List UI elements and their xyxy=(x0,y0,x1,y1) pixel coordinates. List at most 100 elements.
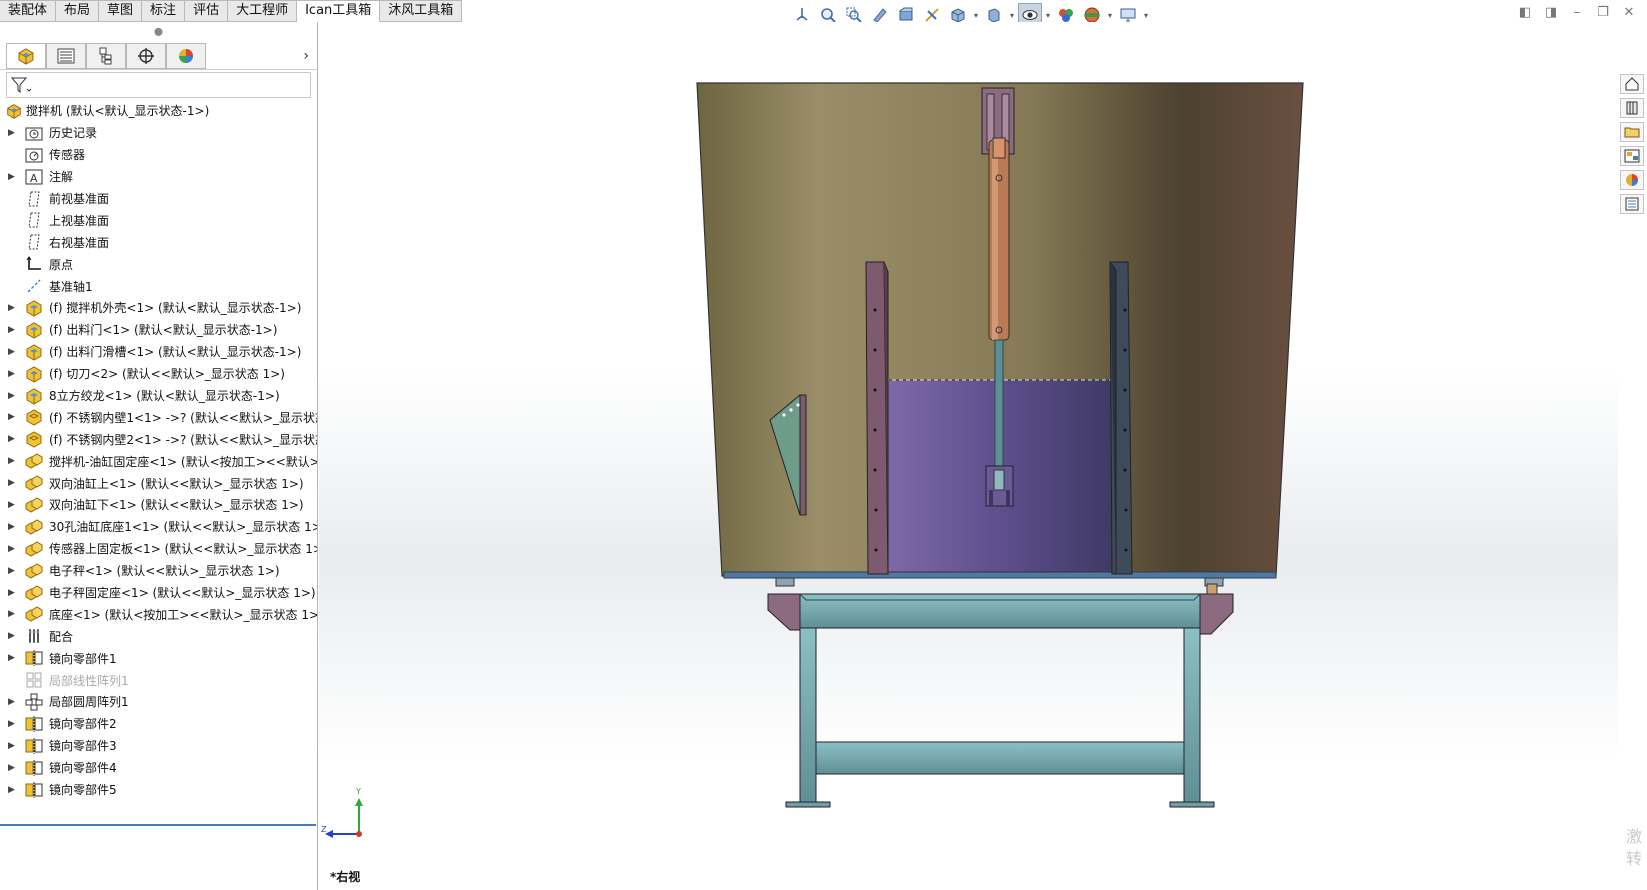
tree-item[interactable]: ▶ 30孔油缸底座1<1> (默认<<默认>_显示状态 1>) xyxy=(0,516,317,538)
tree-item[interactable]: 基准轴1 xyxy=(0,275,316,297)
configuration-manager-tab[interactable] xyxy=(86,42,126,69)
tree-item[interactable]: ▶ (f) 切刀<2> (默认<<默认>_显示状态 1>) xyxy=(0,363,316,385)
expand-arrow-icon[interactable]: ▶ xyxy=(8,412,18,422)
tile-right-icon[interactable]: ◨ xyxy=(1541,4,1561,22)
filter-icon[interactable] xyxy=(10,76,32,94)
window-controls: ◧ ◨ – ❐ ✕ xyxy=(1515,4,1639,22)
tree-filter[interactable] xyxy=(6,72,311,98)
rollback-bar[interactable] xyxy=(0,824,316,826)
expand-arrow-icon[interactable]: ▶ xyxy=(8,697,18,707)
expand-arrow-icon[interactable]: ▶ xyxy=(8,303,18,313)
tree-item[interactable]: ▶ 镜向零部件1 xyxy=(0,647,316,669)
tree-item[interactable]: ▶ A 注解 xyxy=(0,166,316,188)
tree-item[interactable]: ▶ 8立方绞龙<1> (默认<默认_显示状态-1>) xyxy=(0,385,316,407)
appearances-icon[interactable] xyxy=(1620,170,1644,190)
tree-item[interactable]: ▶ (f) 出料门<1> (默认<默认_显示状态-1>) xyxy=(0,319,316,341)
design-library-icon[interactable] xyxy=(1620,98,1644,118)
expand-arrow-icon[interactable]: ▶ xyxy=(8,434,18,444)
tree-item[interactable]: 传感器 xyxy=(0,144,316,166)
chevron-down-icon[interactable]: ▾ xyxy=(1142,11,1150,20)
cylinder-rod xyxy=(994,339,1004,471)
tree-item[interactable]: ▶ 电子秤<1> (默认<<默认>_显示状态 1>) xyxy=(0,560,316,582)
expand-arrow-icon[interactable]: ▶ xyxy=(8,566,18,576)
expand-arrow-icon[interactable]: ▶ xyxy=(8,325,18,335)
task-pane-tabs xyxy=(1620,74,1647,214)
panel-grip-icon[interactable]: ⬤ xyxy=(0,22,317,42)
expand-arrow-icon[interactable]: ▶ xyxy=(8,478,18,488)
expand-arrow-icon[interactable]: ▶ xyxy=(8,500,18,510)
home-icon[interactable] xyxy=(1620,74,1644,94)
expand-arrow-icon[interactable]: ▶ xyxy=(8,631,18,641)
expand-arrow-icon[interactable]: ▶ xyxy=(8,347,18,357)
expand-arrow-icon[interactable]: ▶ xyxy=(8,456,18,466)
expand-arrow-icon[interactable]: ▶ xyxy=(8,128,18,138)
tree-item[interactable]: 原点 xyxy=(0,253,316,275)
minimize-icon[interactable]: – xyxy=(1567,4,1587,22)
tab-3[interactable]: 标注 xyxy=(142,0,186,22)
tab-5[interactable]: 大工程师 xyxy=(228,0,298,22)
tree-item[interactable]: ▶ 双向油缸下<1> (默认<<默认>_显示状态 1>) xyxy=(0,494,316,516)
tree-item[interactable]: ▶ (f) 不锈钢内壁1<1> ->? (默认<<默认>_显示状态 xyxy=(0,406,317,428)
graphics-area[interactable]: Y Z xyxy=(319,22,1618,890)
tab-0[interactable]: 装配体 xyxy=(0,0,57,22)
feature-manager-tab[interactable] xyxy=(6,42,46,69)
tree-item[interactable]: ▶ 镜向零部件5 xyxy=(0,779,316,801)
tree-item[interactable]: 前视基准面 xyxy=(0,188,316,210)
tree-item[interactable]: ▶ 搅拌机-油缸固定座<1> (默认<按加工><<默认>_ xyxy=(0,450,317,472)
expand-arrow-icon[interactable]: ▶ xyxy=(8,369,18,379)
tree-item[interactable]: ▶ 配合 xyxy=(0,625,316,647)
expand-arrow-icon[interactable]: ▶ xyxy=(8,763,18,773)
mirror-component-icon xyxy=(24,781,44,799)
file-explorer-icon[interactable] xyxy=(1620,122,1644,142)
tree-item[interactable]: ▶ (f) 不锈钢内壁2<1> ->? (默认<<默认>_显示状态 xyxy=(0,428,317,450)
tab-4[interactable]: 评估 xyxy=(185,0,229,22)
expand-arrow-icon[interactable]: ▶ xyxy=(8,741,18,751)
tree-item[interactable]: ▶ 双向油缸上<1> (默认<<默认>_显示状态 1>) xyxy=(0,472,316,494)
restore-icon[interactable]: ❐ xyxy=(1593,4,1613,22)
tree-item-label: 局部线性阵列1 xyxy=(49,673,129,688)
chevron-down-icon[interactable]: ▾ xyxy=(1044,11,1052,20)
expand-arrow-icon[interactable]: ▶ xyxy=(8,544,18,554)
expand-arrow-icon[interactable]: ▶ xyxy=(8,609,18,619)
view-palette-icon[interactable] xyxy=(1620,146,1644,166)
tree-item-label: 上视基准面 xyxy=(49,213,110,228)
chevron-down-icon[interactable]: ▾ xyxy=(1106,11,1114,20)
expand-arrow-icon[interactable]: ▶ xyxy=(8,719,18,729)
expand-arrow-icon[interactable]: ▶ xyxy=(8,172,18,182)
tree-item[interactable]: ▶ 镜向零部件4 xyxy=(0,757,316,779)
panel-tabs: › xyxy=(0,42,317,70)
expand-arrow-icon[interactable]: ▶ xyxy=(8,653,18,663)
tree-item[interactable]: ▶ 底座<1> (默认<按加工><<默认>_显示状态 1>) xyxy=(0,603,317,625)
expand-arrow-icon[interactable]: ▶ xyxy=(8,588,18,598)
tab-1[interactable]: 布局 xyxy=(56,0,100,22)
tree-item[interactable]: ▶ (f) 出料门滑槽<1> (默认<默认_显示状态-1>) xyxy=(0,341,316,363)
tree-item[interactable]: ▶ 局部圆周阵列1 xyxy=(0,691,316,713)
expand-arrow-icon[interactable]: ▶ xyxy=(8,522,18,532)
custom-properties-icon[interactable] xyxy=(1620,194,1644,214)
property-manager-tab[interactable] xyxy=(46,42,86,69)
chevron-down-icon[interactable]: ▾ xyxy=(1008,11,1016,20)
display-manager-tab[interactable] xyxy=(166,42,206,69)
tree-item[interactable]: ▶ 历史记录 xyxy=(0,122,316,144)
chevron-right-icon[interactable]: › xyxy=(303,48,309,64)
tile-left-icon[interactable]: ◧ xyxy=(1515,4,1535,22)
tab-2[interactable]: 草图 xyxy=(99,0,143,22)
tree-item[interactable]: ▶ (f) 搅拌机外壳<1> (默认<默认_显示状态-1>) xyxy=(0,297,316,319)
expand-arrow-icon[interactable]: ▶ xyxy=(8,785,18,795)
close-icon[interactable]: ✕ xyxy=(1619,4,1639,22)
tree-item[interactable]: ▶ 镜向零部件3 xyxy=(0,735,316,757)
tree-item[interactable]: ▶ 镜向零部件2 xyxy=(0,713,316,735)
dimxpert-manager-tab[interactable] xyxy=(126,42,166,69)
mixer-model[interactable] xyxy=(319,22,1618,890)
tree-item[interactable]: ▶ 传感器上固定板<1> (默认<<默认>_显示状态 1>) xyxy=(0,538,317,560)
chevron-down-icon[interactable]: ▾ xyxy=(972,11,980,20)
tree-item[interactable]: ▶ 电子秤固定座<1> (默认<<默认>_显示状态 1>) xyxy=(0,582,316,604)
tree-root-assembly[interactable]: 搅拌机 (默认<默认_显示状态-1>) xyxy=(0,100,316,122)
tab-7[interactable]: 沐风工具箱 xyxy=(380,0,463,22)
tree-item[interactable]: 右视基准面 xyxy=(0,231,316,253)
tree-item[interactable]: 上视基准面 xyxy=(0,209,316,231)
watermark-text: 激 转 xyxy=(1626,826,1642,870)
tree-item[interactable]: 局部线性阵列1 xyxy=(0,669,316,691)
tab-6[interactable]: Ican工具箱 xyxy=(297,0,381,22)
expand-arrow-icon[interactable]: ▶ xyxy=(8,391,18,401)
